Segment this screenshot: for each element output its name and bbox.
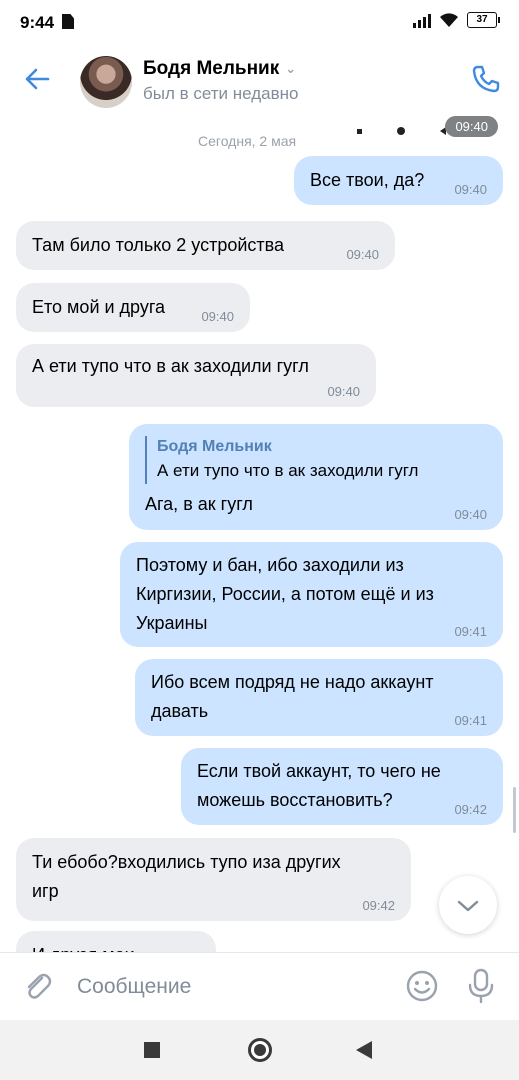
home-icon[interactable] (248, 1038, 272, 1062)
phone-icon[interactable] (469, 62, 503, 96)
message-text: Ага, в ак гугл (145, 494, 253, 514)
message-text: И друзя мои (32, 941, 200, 952)
contact-name-text: Бодя Мельник (143, 58, 280, 79)
message-time: 09:40 (327, 384, 360, 399)
date-divider: Сегодня, 2 мая (198, 133, 297, 149)
message-composer: Сообщение (0, 952, 519, 1021)
message-time: 09:40 (454, 507, 487, 522)
battery-icon: 37 (467, 12, 500, 28)
reply-text: А ети тупо что в ак заходили гугл (157, 461, 419, 480)
chevron-down-icon (457, 900, 479, 912)
sim-card-icon (62, 14, 74, 29)
signal-icon (413, 12, 431, 28)
reply-quote[interactable]: Бодя Мельник А ети тупо что в ак заходил… (145, 436, 487, 484)
message-bubble[interactable]: А ети тупо что в ак заходили гугл 09:40 (16, 344, 376, 407)
message-bubble[interactable]: Там било только 2 устройства 09:40 (16, 221, 395, 270)
message-bubble[interactable]: Все твои, да? 09:40 (294, 156, 503, 205)
message-text: Поэтому и бан, ибо заходили из Киргизии,… (136, 555, 434, 633)
chat-header: Бодя Мельник ⌄ был в сети недавно (0, 44, 519, 116)
message-bubble[interactable]: Бодя Мельник А ети тупо что в ак заходил… (129, 424, 503, 530)
message-text: Ти ебобо?входились тупо иза других игр (32, 852, 341, 901)
record-icon[interactable] (397, 127, 405, 135)
scrollbar[interactable] (513, 787, 516, 833)
system-navigation-bar (0, 1020, 519, 1080)
message-time: 09:41 (454, 713, 487, 728)
arrow-left-icon[interactable] (22, 64, 52, 94)
status-time: 9:44 (20, 13, 55, 32)
contact-name[interactable]: Бодя Мельник ⌄ (143, 58, 296, 80)
message-list[interactable]: Сегодня, 2 мая 09:40 Все твои, да? 09:40… (0, 116, 519, 952)
battery-level: 37 (476, 14, 488, 25)
wifi-icon (440, 13, 458, 27)
reply-author: Бодя Мельник (157, 438, 272, 455)
scroll-down-button[interactable] (439, 876, 497, 934)
message-bubble[interactable]: Ето мой и друга 09:40 (16, 283, 250, 332)
message-time: 09:40 (454, 182, 487, 197)
message-bubble[interactable]: Если твой аккаунт, то чего не можешь вос… (181, 748, 503, 825)
message-bubble[interactable]: Ти ебобо?входились тупо иза других игр 0… (16, 838, 411, 921)
message-time: 09:40 (201, 309, 234, 324)
message-text: А ети тупо что в ак заходили гугл (32, 356, 309, 376)
paperclip-icon[interactable] (20, 969, 54, 1003)
message-time: 09:42 (362, 898, 395, 913)
message-text: Ибо всем подряд не надо аккаунт давать (151, 672, 434, 721)
recents-icon[interactable] (144, 1042, 160, 1058)
message-time: 09:40 (346, 247, 379, 262)
overlay-time: 09:40 (445, 116, 498, 137)
message-bubble[interactable]: И друзя мои (16, 931, 216, 952)
message-text: Если твой аккаунт, то чего не можешь вос… (197, 761, 441, 810)
message-text: Там било только 2 устройства (32, 235, 285, 255)
screen-recorder-overlay: 09:40 (340, 116, 519, 144)
message-time: 09:41 (454, 624, 487, 639)
avatar[interactable] (80, 56, 132, 108)
chevron-down-icon[interactable]: ⌄ (285, 61, 296, 77)
microphone-icon[interactable] (466, 968, 496, 1004)
contact-status: был в сети недавно (143, 84, 299, 103)
back-icon[interactable] (356, 1041, 372, 1059)
stop-icon[interactable] (357, 129, 362, 134)
message-time: 09:42 (454, 802, 487, 817)
message-bubble[interactable]: Ибо всем подряд не надо аккаунт давать 0… (135, 659, 503, 736)
status-bar: 9:44 37 (0, 0, 519, 44)
message-bubble[interactable]: Поэтому и бан, ибо заходили из Киргизии,… (120, 542, 503, 647)
message-input[interactable]: Сообщение (77, 975, 191, 999)
smile-icon[interactable] (405, 969, 439, 1003)
